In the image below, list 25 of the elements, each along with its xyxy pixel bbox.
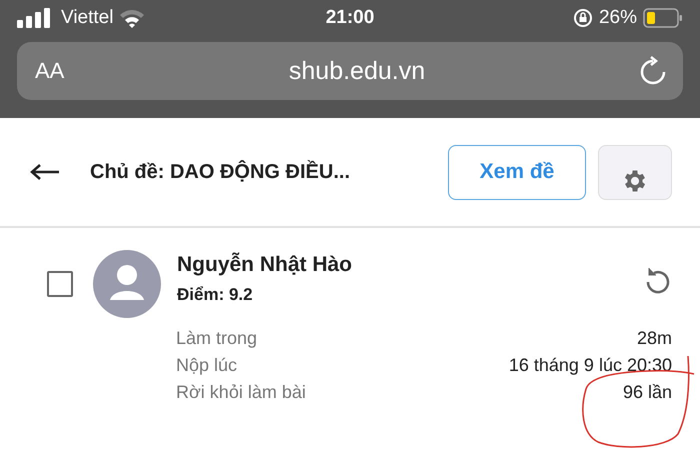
url-text: shub.edu.vn	[288, 56, 426, 86]
battery-icon	[642, 8, 683, 28]
topic-title: Chủ đề: DAO ĐỘNG ĐIỀU...	[90, 160, 351, 184]
wifi-icon	[119, 8, 146, 28]
view-exam-button[interactable]: Xem đề	[448, 144, 586, 200]
reset-icon[interactable]	[644, 266, 672, 294]
student-name: Nguyễn Nhật Hào	[177, 253, 354, 277]
battery-percent: 26%	[598, 7, 637, 29]
rotation-lock-icon	[572, 8, 593, 28]
settings-button[interactable]	[598, 144, 672, 200]
detail-label: Nộp lúc	[176, 355, 238, 376]
detail-label: Làm trong	[176, 328, 258, 349]
score-text: Điểm: 9.2	[177, 285, 254, 305]
avatar-icon	[93, 250, 161, 318]
clock-time: 21:00	[326, 7, 374, 29]
back-arrow-icon[interactable]	[30, 163, 60, 181]
address-bar[interactable]: AA shub.edu.vn	[17, 42, 683, 100]
checkbox[interactable]	[47, 271, 73, 297]
reload-icon[interactable]	[639, 56, 667, 86]
carrier-name: Viettel	[61, 7, 114, 29]
detail-value: 16 tháng 9 lúc 20:30	[508, 355, 672, 376]
text-size-button[interactable]: AA	[35, 58, 75, 84]
detail-value: 28m	[636, 328, 672, 349]
detail-value: 96 lần	[622, 382, 672, 403]
detail-label: Rời khỏi làm bài	[176, 382, 307, 403]
